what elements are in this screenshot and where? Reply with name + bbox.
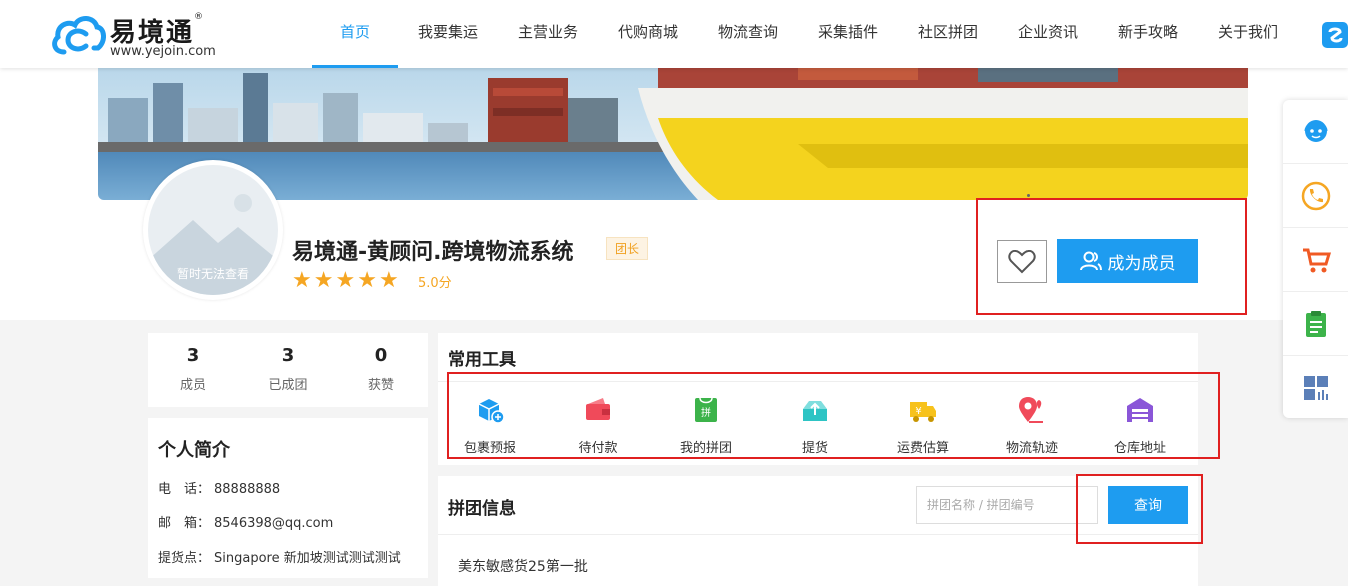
heart-icon xyxy=(1008,249,1036,273)
info-label: 邮 箱： xyxy=(158,516,211,531)
profile-intro-card: 个人简介 电 话： 88888888 邮 箱： 8546398@qq.com 提货点… xyxy=(148,418,428,578)
nav-collect-plugin[interactable]: 采集插件 xyxy=(812,0,884,68)
nav-about-us[interactable]: 关于我们 xyxy=(1212,0,1284,68)
floating-sidebar xyxy=(1283,100,1348,418)
clipboard-icon xyxy=(1305,310,1326,337)
cloud-logo-icon xyxy=(52,16,106,55)
top-header: 易境通® www.yejoin.com 首页 我要集运 主营业务 代购商城 物流… xyxy=(0,0,1348,68)
star-icon: ★ xyxy=(357,268,379,293)
info-label: 提货点： xyxy=(158,551,211,566)
float-phone[interactable] xyxy=(1283,164,1348,228)
info-value: 88888888 xyxy=(214,482,281,497)
star-icon: ★ xyxy=(335,268,358,293)
info-value: 8546398@qq.com xyxy=(214,516,334,531)
float-dashboard[interactable] xyxy=(1283,356,1348,420)
tools-title: 常用工具 xyxy=(448,350,516,370)
stat-groups-formed: 3 已成团 xyxy=(243,345,333,393)
float-cart[interactable] xyxy=(1283,228,1348,292)
stat-label: 成员 xyxy=(179,378,206,393)
info-phone: 电 话： 88888888 xyxy=(158,478,280,497)
star-icon: ★ xyxy=(292,268,314,293)
group-list-item[interactable]: 美东敏感货25第一批 xyxy=(458,556,588,576)
avatar: 暂时无法查看 xyxy=(143,160,283,300)
query-highlight-box xyxy=(1076,474,1203,544)
headset-icon xyxy=(1304,119,1327,142)
cover-banner xyxy=(98,68,1248,200)
rating-score: 5.0分 xyxy=(418,276,452,291)
dashboard-grid-icon xyxy=(1303,376,1328,400)
stat-likes: 0 获赞 xyxy=(336,345,426,393)
role-badge: 团长 xyxy=(606,237,649,260)
float-customer-service[interactable] xyxy=(1283,100,1348,164)
info-value: Singapore 新加坡测试测试测试 xyxy=(214,551,401,566)
favorite-button[interactable] xyxy=(997,240,1047,283)
logo-url: www.yejoin.com xyxy=(110,44,216,59)
app-corner-icon[interactable] xyxy=(1322,22,1348,48)
nav-consolidation[interactable]: 我要集运 xyxy=(412,0,484,68)
float-orders[interactable] xyxy=(1283,292,1348,356)
rating-stars: ★★★★★ xyxy=(292,268,401,293)
nav-beginner-guide[interactable]: 新手攻略 xyxy=(1112,0,1184,68)
info-email: 邮 箱： 8546398@qq.com xyxy=(158,512,333,531)
nav-main-business[interactable]: 主营业务 xyxy=(512,0,584,68)
stat-members: 3 成员 xyxy=(148,345,238,393)
info-label: 电 话： xyxy=(158,482,211,497)
nav-home[interactable]: 首页 xyxy=(312,0,398,68)
group-search-input[interactable] xyxy=(916,486,1098,524)
stat-label: 已成团 xyxy=(268,378,308,393)
group-title: 拼团信息 xyxy=(448,499,516,519)
phone-icon xyxy=(1301,181,1330,210)
become-member-button[interactable]: 成为成员 xyxy=(1057,239,1198,283)
site-logo[interactable]: 易境通® www.yejoin.com xyxy=(50,8,240,62)
cart-icon xyxy=(1302,248,1331,272)
users-icon xyxy=(1079,251,1102,271)
stat-value: 3 xyxy=(281,345,295,366)
nav-company-news[interactable]: 企业资讯 xyxy=(1012,0,1084,68)
nav-community-group[interactable]: 社区拼团 xyxy=(912,0,984,68)
nav-purchase-mall[interactable]: 代购商城 xyxy=(612,0,684,68)
star-icon: ★ xyxy=(378,268,401,293)
avatar-caption: 暂时无法查看 xyxy=(176,267,249,281)
nav-logistics-query[interactable]: 物流查询 xyxy=(712,0,784,68)
stat-label: 获赞 xyxy=(367,378,394,393)
tools-highlight-box xyxy=(447,372,1220,459)
star-icon: ★ xyxy=(313,268,336,293)
shop-name: 易境通-黄顾问.跨境物流系统 xyxy=(292,240,574,265)
stats-card: 3 成员 3 已成团 0 获赞 xyxy=(148,333,428,407)
intro-title: 个人简介 xyxy=(158,440,230,461)
info-pickup-point: 提货点： Singapore 新加坡测试测试测试 xyxy=(158,547,401,566)
divider-dot xyxy=(1027,194,1030,197)
stat-value: 3 xyxy=(186,345,200,366)
become-member-label: 成为成员 xyxy=(1107,253,1176,274)
stat-value: 0 xyxy=(374,345,388,366)
